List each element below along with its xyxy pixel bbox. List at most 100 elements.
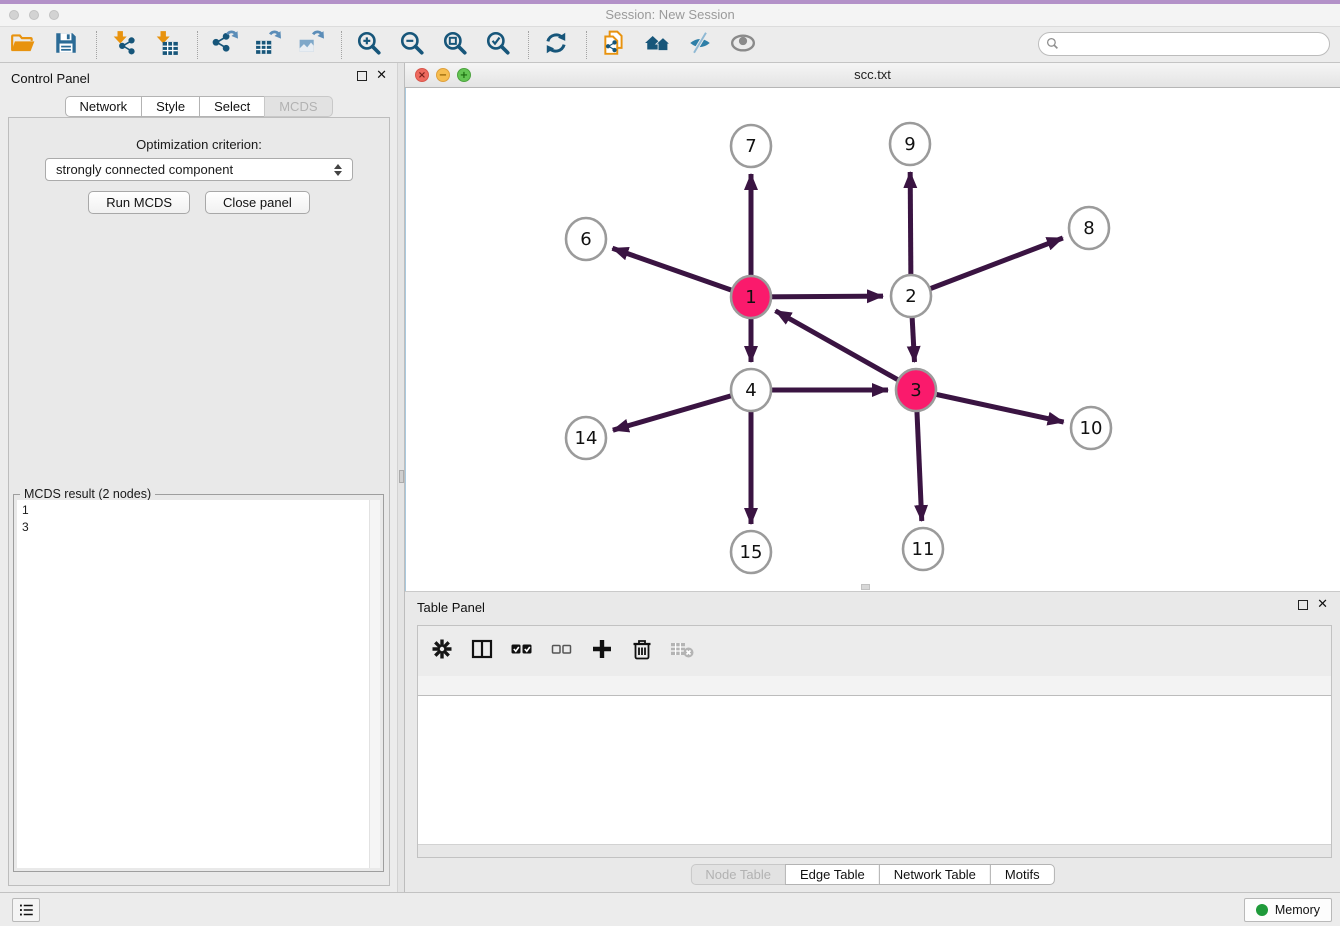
search-input[interactable] bbox=[1038, 32, 1330, 56]
network-window-titlebar: × − + scc.txt bbox=[405, 63, 1340, 88]
tab-edge-table[interactable]: Edge Table bbox=[785, 864, 880, 885]
zoom-selected-button[interactable] bbox=[483, 30, 513, 60]
delete-table-button bbox=[668, 637, 695, 664]
edge-2-8[interactable] bbox=[911, 238, 1063, 296]
node-9[interactable]: 9 bbox=[890, 123, 930, 165]
export-image-button[interactable] bbox=[296, 30, 326, 60]
node-14[interactable]: 14 bbox=[566, 417, 606, 459]
export-image-icon bbox=[298, 30, 324, 59]
tab-network-table[interactable]: Network Table bbox=[879, 864, 991, 885]
search-field bbox=[1038, 32, 1330, 56]
splitter-handle[interactable] bbox=[399, 470, 404, 483]
panel-splitter[interactable] bbox=[397, 63, 405, 892]
svg-text:11: 11 bbox=[912, 539, 935, 560]
svg-text:2: 2 bbox=[905, 286, 916, 307]
import-table-icon bbox=[154, 30, 180, 59]
open-folder-icon bbox=[10, 30, 36, 59]
mcds-result-title: MCDS result (2 nodes) bbox=[20, 487, 155, 501]
delete-column-button[interactable] bbox=[628, 637, 655, 664]
mcds-result-text[interactable]: 1 3 bbox=[17, 500, 380, 868]
table-header-row bbox=[418, 676, 1331, 696]
select-stepper-icon bbox=[334, 164, 342, 176]
zoom-out-icon bbox=[399, 30, 425, 59]
select-all-rows-button[interactable] bbox=[508, 637, 535, 664]
zoom-fit-icon bbox=[442, 30, 468, 59]
network-canvas[interactable]: 7 9 6 8 1 2 4 3 10 14 15 11 bbox=[405, 88, 1340, 591]
criterion-select[interactable]: strongly connected component bbox=[45, 158, 353, 181]
node-8[interactable]: 8 bbox=[1069, 207, 1109, 249]
svg-text:7: 7 bbox=[745, 136, 756, 157]
node-15[interactable]: 15 bbox=[731, 531, 771, 573]
open-file-button[interactable] bbox=[8, 30, 38, 60]
node-1[interactable]: 1 bbox=[731, 276, 771, 318]
duplicate-network-button[interactable] bbox=[599, 30, 629, 60]
node-4[interactable]: 4 bbox=[731, 369, 771, 411]
network-area: × − + scc.txt 7968124310141511 Table Pan… bbox=[405, 63, 1340, 892]
toolbar-separator bbox=[586, 31, 587, 59]
svg-text:9: 9 bbox=[904, 134, 915, 155]
toolbar-separator bbox=[96, 31, 97, 59]
table-panel-controls: ✕ bbox=[1298, 600, 1328, 610]
first-neighbors-button[interactable] bbox=[642, 30, 672, 60]
node-6[interactable]: 6 bbox=[566, 218, 606, 260]
node-10[interactable]: 10 bbox=[1071, 407, 1111, 449]
svg-text:4: 4 bbox=[745, 380, 756, 401]
table-toolbar bbox=[418, 626, 1331, 675]
tab-motifs[interactable]: Motifs bbox=[990, 864, 1055, 885]
deselect-all-icon bbox=[550, 637, 574, 664]
show-panels-button[interactable] bbox=[728, 30, 758, 60]
node-3[interactable]: 3 bbox=[896, 369, 936, 411]
control-panel-tabs: NetworkStyleSelectMCDS bbox=[64, 96, 332, 117]
import-table-button[interactable] bbox=[152, 30, 182, 60]
mcds-buttons: Run MCDS Close panel bbox=[9, 191, 389, 214]
export-table-button[interactable] bbox=[253, 30, 283, 60]
result-scrollbar[interactable] bbox=[369, 500, 380, 868]
tab-select[interactable]: Select bbox=[199, 96, 265, 117]
edge-1-6[interactable] bbox=[612, 248, 751, 297]
split-view-button[interactable] bbox=[468, 637, 495, 664]
import-network-button[interactable] bbox=[109, 30, 139, 60]
export-network-button[interactable] bbox=[210, 30, 240, 60]
node-2[interactable]: 2 bbox=[891, 275, 931, 317]
trash-icon bbox=[630, 637, 654, 664]
add-column-button[interactable] bbox=[588, 637, 615, 664]
memory-button[interactable]: Memory bbox=[1244, 898, 1332, 922]
edge-3-1[interactable] bbox=[775, 311, 916, 390]
close-table-panel-icon[interactable]: ✕ bbox=[1317, 600, 1328, 610]
table-settings-button[interactable] bbox=[428, 637, 455, 664]
node-11[interactable]: 11 bbox=[903, 528, 943, 570]
save-icon bbox=[53, 30, 79, 59]
node-table bbox=[418, 676, 1331, 844]
gear-icon bbox=[430, 637, 454, 664]
deselect-all-rows-button[interactable] bbox=[548, 637, 575, 664]
svg-text:14: 14 bbox=[575, 428, 598, 449]
table-horizontal-scrollbar[interactable] bbox=[418, 844, 1331, 857]
node-7[interactable]: 7 bbox=[731, 125, 771, 167]
hide-panels-button[interactable] bbox=[685, 30, 715, 60]
tab-node-table[interactable]: Node Table bbox=[690, 864, 786, 885]
node-table-container bbox=[417, 625, 1332, 858]
zoom-out-button[interactable] bbox=[397, 30, 427, 60]
close-panel-button[interactable]: Close panel bbox=[205, 191, 310, 214]
save-session-button[interactable] bbox=[51, 30, 81, 60]
canvas-splitter-handle[interactable] bbox=[861, 584, 870, 590]
tab-network[interactable]: Network bbox=[64, 96, 142, 117]
tab-style[interactable]: Style bbox=[141, 96, 200, 117]
close-panel-icon[interactable]: ✕ bbox=[376, 71, 387, 81]
mcds-result-group: MCDS result (2 nodes) 1 3 bbox=[13, 494, 384, 872]
task-history-button[interactable] bbox=[12, 898, 40, 922]
home-icon bbox=[644, 30, 670, 59]
run-mcds-button[interactable]: Run MCDS bbox=[88, 191, 190, 214]
refresh-icon bbox=[543, 30, 569, 59]
toolbar-buttons bbox=[8, 30, 771, 60]
delete-table-icon bbox=[670, 637, 694, 664]
export-network-icon bbox=[212, 30, 238, 59]
edge-3-10[interactable] bbox=[916, 390, 1064, 422]
float-panel-icon[interactable] bbox=[357, 71, 367, 81]
float-table-panel-icon[interactable] bbox=[1298, 600, 1308, 610]
zoom-fit-button[interactable] bbox=[440, 30, 470, 60]
apply-layout-button[interactable] bbox=[541, 30, 571, 60]
edge-4-14[interactable] bbox=[613, 390, 751, 430]
zoom-in-button[interactable] bbox=[354, 30, 384, 60]
tab-mcds[interactable]: MCDS bbox=[264, 96, 332, 117]
